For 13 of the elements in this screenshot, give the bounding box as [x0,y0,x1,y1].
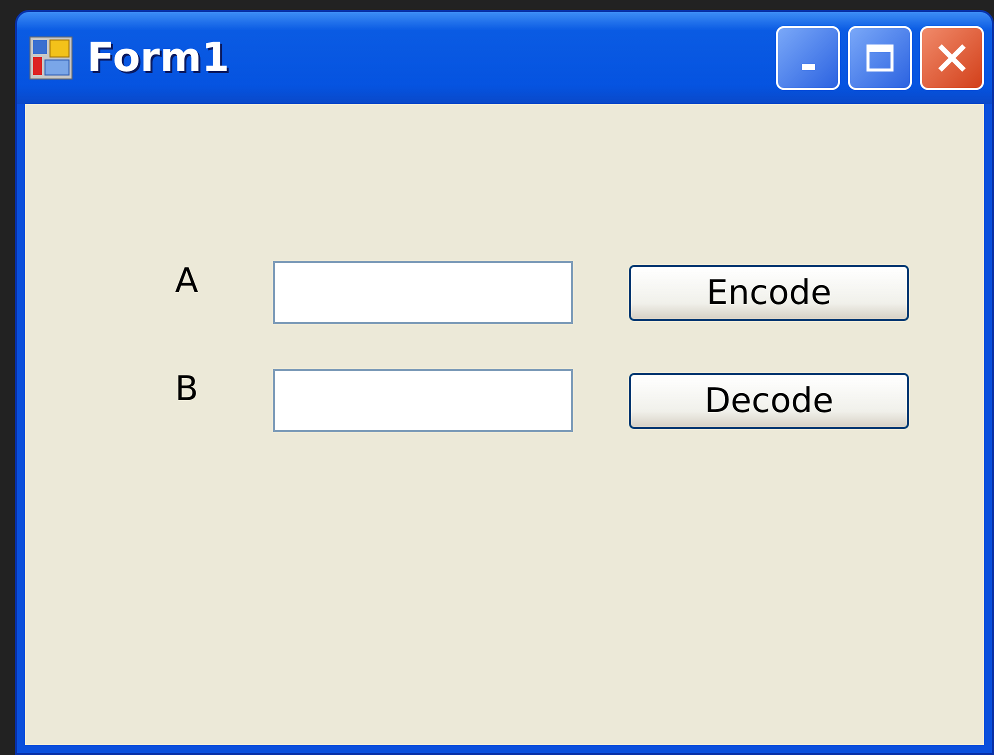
minimize-button[interactable] [776,26,840,90]
field-label: B [175,368,200,408]
maximize-icon [865,43,895,73]
action-button[interactable]: Decode [629,372,909,428]
text-field[interactable] [273,261,573,324]
action-button[interactable]: Encode [629,264,909,320]
field-label: A [175,260,200,300]
maximize-button[interactable] [848,26,912,90]
app-icon [29,36,73,80]
minimize-icon [802,64,814,70]
window-title: Form1 [87,35,230,81]
text-field[interactable] [273,369,573,432]
close-button[interactable] [920,26,984,90]
